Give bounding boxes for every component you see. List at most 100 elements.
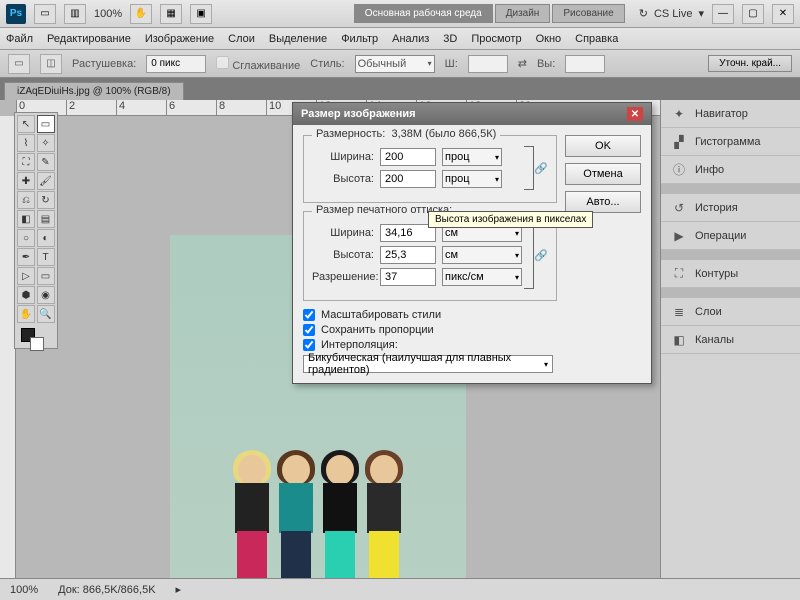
workspace-tab-design[interactable]: Дизайн (495, 4, 551, 23)
panel-paths[interactable]: ⛶Контуры (661, 260, 800, 288)
opt-height-input[interactable] (565, 55, 605, 73)
constrain-check[interactable] (303, 324, 315, 336)
menu-window[interactable]: Окно (536, 33, 562, 45)
panel-actions[interactable]: ▶Операции (661, 222, 800, 250)
eraser-tool[interactable]: ◧ (17, 210, 35, 228)
refine-edge-button[interactable]: Уточн. край... (708, 55, 792, 72)
crop-tool[interactable]: ⛶ (17, 153, 35, 171)
type-tool[interactable]: T (37, 248, 55, 266)
cancel-button[interactable]: Отмена (565, 163, 641, 185)
px-width-input[interactable] (380, 148, 436, 166)
3d-tool[interactable]: ⬢ (17, 286, 35, 304)
resolution-input[interactable] (380, 268, 436, 286)
panel-navigator[interactable]: ✦Навигатор (661, 100, 800, 128)
crop-icon: ⛶ (671, 266, 687, 282)
move-tool[interactable]: ↖ (17, 115, 35, 133)
ok-button[interactable]: OK (565, 135, 641, 157)
panel-layers[interactable]: ≣Слои (661, 298, 800, 326)
px-width-unit[interactable]: проц (442, 148, 502, 166)
dimensions-label: Размерность: (316, 128, 385, 140)
stamp-tool[interactable]: ⎌ (17, 191, 35, 209)
menu-layers[interactable]: Слои (228, 33, 255, 45)
print-height-label: Высота: (312, 249, 374, 261)
cslive-menu[interactable]: ↻ CS Live ▾ (639, 7, 704, 20)
view-icon[interactable]: ▦ (160, 4, 182, 24)
brush-tool[interactable]: 🖌 (37, 172, 55, 190)
ps-logo: Ps (6, 4, 26, 24)
zoom-display[interactable]: 100% (94, 8, 122, 20)
marquee-tool[interactable]: ▭ (37, 115, 55, 133)
healing-tool[interactable]: ✚ (17, 172, 35, 190)
history-brush-tool[interactable]: ↻ (37, 191, 55, 209)
px-height-unit[interactable]: проц (442, 170, 502, 188)
workspace-tab-paint[interactable]: Рисование (552, 4, 624, 23)
minibridge-icon[interactable]: ▥ (64, 4, 86, 24)
menu-select[interactable]: Выделение (269, 33, 327, 45)
selection-mode-icon[interactable]: ◫ (40, 54, 62, 74)
layers-icon: ≣ (671, 304, 687, 320)
print-height-input[interactable] (380, 246, 436, 264)
dialog-titlebar[interactable]: Размер изображения ✕ (293, 103, 651, 125)
px-height-input[interactable] (380, 170, 436, 188)
workspace-tab-main[interactable]: Основная рабочая среда (354, 4, 493, 23)
bridge-icon[interactable]: ▭ (34, 4, 56, 24)
panel-history[interactable]: ↺История (661, 194, 800, 222)
status-zoom[interactable]: 100% (10, 584, 38, 596)
menu-analysis[interactable]: Анализ (392, 33, 429, 45)
menu-file[interactable]: Файл (6, 33, 33, 45)
interpolation-select[interactable]: Бикубическая (наилучшая для плавных град… (303, 355, 553, 373)
menu-edit[interactable]: Редактирование (47, 33, 131, 45)
history-icon: ↺ (671, 200, 687, 216)
wand-tool[interactable]: ✧ (37, 134, 55, 152)
path-tool[interactable]: ▷ (17, 267, 35, 285)
antialias-check[interactable]: Сглаживание (216, 56, 300, 72)
resample-check[interactable] (303, 339, 315, 351)
scale-styles-check[interactable] (303, 309, 315, 321)
print-height-unit[interactable]: см (442, 246, 522, 264)
resolution-unit[interactable]: пикс/см (442, 268, 522, 286)
current-tool-icon[interactable]: ▭ (8, 54, 30, 74)
3d-camera-tool[interactable]: ◉ (37, 286, 55, 304)
hand-icon[interactable]: ✋ (130, 4, 152, 24)
lasso-tool[interactable]: ⌇ (17, 134, 35, 152)
pixel-dimensions-group: Размерность: 3,38М (было 866,5К) Ширина:… (303, 135, 557, 203)
gradient-tool[interactable]: ▤ (37, 210, 55, 228)
feather-input[interactable] (146, 55, 206, 73)
auto-button[interactable]: Авто... (565, 191, 641, 213)
menu-bar: Файл Редактирование Изображение Слои Выд… (0, 28, 800, 50)
dodge-tool[interactable]: ◐ (37, 229, 55, 247)
blur-tool[interactable]: ○ (17, 229, 35, 247)
max-icon[interactable]: ▢ (742, 4, 764, 24)
foreground-swatch[interactable] (21, 328, 35, 342)
menu-filter[interactable]: Фильтр (341, 33, 378, 45)
panel-info[interactable]: ⓘИнфо (661, 156, 800, 184)
dialog-close-button[interactable]: ✕ (627, 107, 643, 121)
zoom-tool[interactable]: 🔍 (37, 305, 55, 323)
panel-channels[interactable]: ◧Каналы (661, 326, 800, 354)
menu-view[interactable]: Просмотр (471, 33, 521, 45)
scale-styles-label: Масштабировать стили (321, 309, 441, 321)
channels-icon: ◧ (671, 332, 687, 348)
min-icon[interactable]: — (712, 4, 734, 24)
link-icon[interactable]: 🔗 (534, 249, 548, 262)
menu-3d[interactable]: 3D (443, 33, 457, 45)
opt-width-input[interactable] (468, 55, 508, 73)
style-select[interactable]: Обычный (355, 55, 435, 73)
pen-tool[interactable]: ✒ (17, 248, 35, 266)
document-tab[interactable]: iZAqEDiuiHs.jpg @ 100% (RGB/8) (4, 82, 184, 100)
link-icon[interactable]: 🔗 (534, 162, 548, 175)
eyedropper-tool[interactable]: ✎ (37, 153, 55, 171)
panel-histogram[interactable]: ▞Гистограмма (661, 128, 800, 156)
shape-tool[interactable]: ▭ (37, 267, 55, 285)
link-bracket (524, 221, 534, 289)
background-swatch[interactable] (30, 337, 44, 351)
constrain-label: Сохранить пропорции (321, 324, 434, 336)
hand-tool[interactable]: ✋ (17, 305, 35, 323)
screen-icon[interactable]: ▣ (190, 4, 212, 24)
link-bracket (524, 146, 534, 190)
menu-image[interactable]: Изображение (145, 33, 214, 45)
height-label: Вы: (537, 58, 555, 70)
close-icon[interactable]: ✕ (772, 4, 794, 24)
px-height-label: Высота: (312, 173, 374, 185)
menu-help[interactable]: Справка (575, 33, 618, 45)
